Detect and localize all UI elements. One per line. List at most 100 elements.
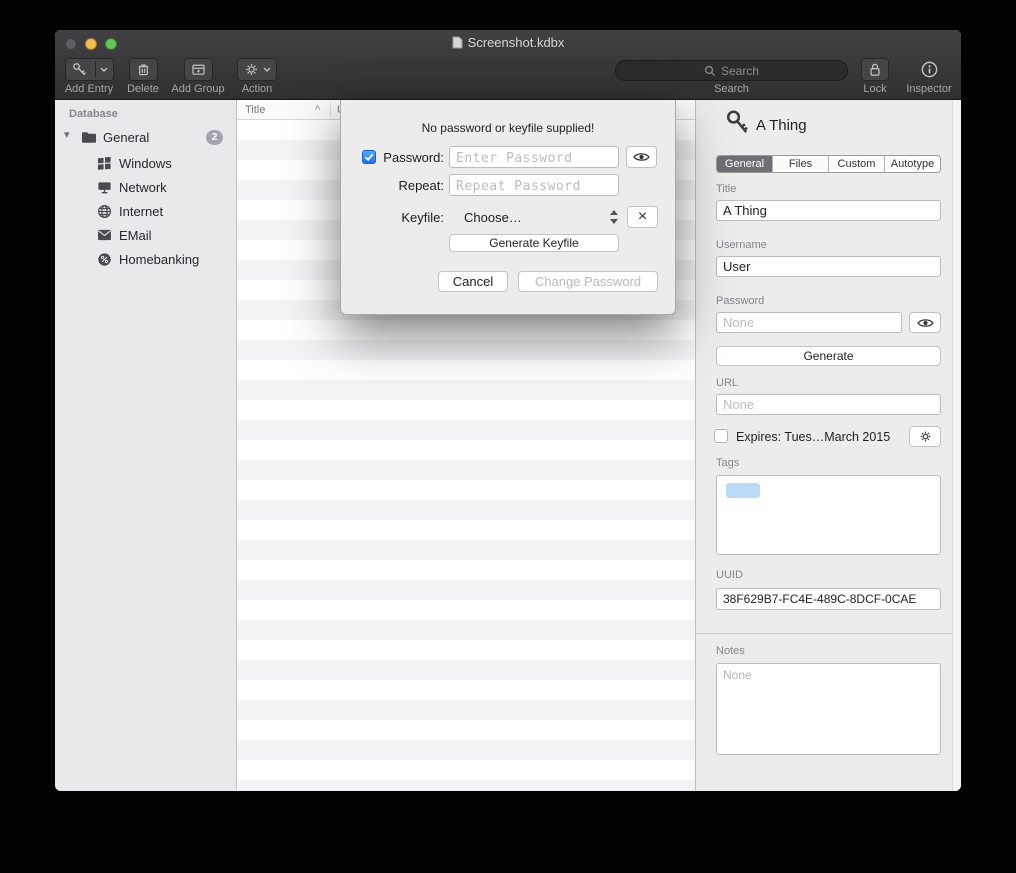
url-label: URL: [716, 377, 738, 389]
uuid-field[interactable]: [716, 588, 941, 610]
gear-icon: [918, 429, 933, 444]
sidebar-item-email[interactable]: EMail: [55, 224, 236, 246]
mail-icon: [97, 229, 112, 241]
key-icon: [724, 109, 750, 139]
generate-keyfile-button[interactable]: Generate Keyfile: [449, 234, 619, 252]
inspector-entry-title: A Thing: [756, 117, 807, 134]
lock-icon: [867, 61, 883, 78]
sort-ascending-icon: ^: [315, 104, 320, 116]
expires-settings-button[interactable]: [909, 426, 941, 447]
eye-icon: [633, 151, 650, 163]
chevron-down-icon: [263, 67, 271, 72]
title-field[interactable]: [716, 200, 941, 221]
clear-keyfile-button[interactable]: ×: [627, 206, 658, 228]
sidebar-item-windows[interactable]: Windows: [55, 152, 236, 174]
tab-general[interactable]: General: [717, 156, 772, 172]
search-toolbar-label: Search: [615, 83, 848, 95]
toolbar-delete[interactable]: Delete: [121, 56, 165, 95]
tab-autotype[interactable]: Autotype: [884, 156, 940, 172]
info-circle-icon: [920, 60, 939, 79]
sidebar-item-label: Homebanking: [119, 252, 199, 267]
expires-checkbox[interactable]: [714, 429, 728, 443]
tab-custom[interactable]: Custom: [828, 156, 884, 172]
sidebar: Database ▾ General 2 Windows Network Int…: [55, 100, 237, 791]
add-entry-label: Add Entry: [63, 83, 115, 95]
sidebar-item-general[interactable]: ▾ General 2: [55, 126, 236, 148]
url-field[interactable]: [716, 394, 941, 415]
password-field[interactable]: [716, 312, 902, 333]
toolbar-action[interactable]: Action: [233, 56, 281, 95]
clear-icon: ×: [638, 208, 647, 226]
sidebar-section-database: Database: [69, 108, 118, 120]
search-input[interactable]: Search: [615, 60, 848, 81]
enter-password-field[interactable]: [449, 146, 619, 168]
add-group-label: Add Group: [167, 83, 229, 95]
chevron-down-icon: [100, 67, 108, 72]
notes-field[interactable]: [716, 663, 941, 755]
document-icon: [452, 36, 463, 49]
key-plus-icon: [71, 61, 88, 78]
tags-field[interactable]: [716, 475, 941, 555]
search-icon: [704, 65, 716, 77]
sheet-message: No password or keyfile supplied!: [341, 121, 675, 135]
homebanking-icon: [97, 252, 112, 267]
repeat-label: Repeat:: [341, 178, 444, 193]
add-group-icon: [190, 61, 207, 78]
windows-icon: [97, 156, 112, 171]
sidebar-item-network[interactable]: Network: [55, 176, 236, 198]
inspector-label: Inspector: [901, 83, 957, 95]
title-label: Title: [716, 183, 736, 195]
sidebar-item-label: EMail: [119, 228, 152, 243]
window-title: Screenshot.kdbx: [55, 35, 961, 50]
inspector-panel: A Thing General Files Custom Autotype Ti…: [695, 100, 961, 791]
tab-files[interactable]: Files: [772, 156, 828, 172]
toolbar-lock[interactable]: Lock: [855, 56, 895, 95]
delete-label: Delete: [121, 83, 165, 95]
folder-icon: [81, 130, 97, 144]
password-label: Password: [716, 295, 764, 307]
cancel-button[interactable]: Cancel: [438, 271, 508, 292]
inspector-scrollbar[interactable]: [952, 100, 961, 791]
keyfile-popup[interactable]: Choose…: [464, 210, 522, 225]
sidebar-item-label: Network: [119, 180, 167, 195]
search-placeholder: Search: [721, 64, 759, 78]
toolbar-add-group[interactable]: Add Group: [167, 56, 229, 95]
action-label: Action: [233, 83, 281, 95]
column-header-title[interactable]: Title: [245, 104, 265, 116]
username-label: Username: [716, 239, 767, 251]
tag-token[interactable]: [726, 483, 760, 498]
network-icon: [97, 180, 112, 195]
app-window: Screenshot.kdbx Add Entry Delete Add Gro…: [55, 30, 961, 791]
column-divider[interactable]: [330, 102, 331, 117]
generate-password-button[interactable]: Generate: [716, 346, 941, 366]
sidebar-item-label: Internet: [119, 204, 163, 219]
eye-icon: [917, 317, 934, 329]
disclosure-triangle-icon[interactable]: ▾: [64, 128, 70, 141]
reveal-password-button[interactable]: [909, 312, 941, 333]
sidebar-item-label: Windows: [119, 156, 172, 171]
trash-icon: [135, 61, 152, 78]
inspector-tabs: General Files Custom Autotype: [716, 155, 941, 173]
toolbar-inspector[interactable]: Inspector: [901, 56, 957, 95]
entry-count-badge: 2: [206, 130, 223, 145]
globe-icon: [97, 204, 112, 219]
window-title-text: Screenshot.kdbx: [468, 35, 565, 50]
expires-label: Expires: Tues…March 2015: [736, 430, 890, 444]
repeat-password-field[interactable]: [449, 174, 619, 196]
tags-label: Tags: [716, 457, 739, 469]
toolbar-add-entry[interactable]: Add Entry: [63, 56, 115, 95]
change-password-sheet: No password or keyfile supplied! Passwor…: [340, 100, 676, 315]
lock-label: Lock: [855, 83, 895, 95]
window-chrome: Screenshot.kdbx Add Entry Delete Add Gro…: [55, 30, 961, 100]
sidebar-item-internet[interactable]: Internet: [55, 200, 236, 222]
change-password-button[interactable]: Change Password: [518, 271, 658, 292]
show-password-button[interactable]: [626, 146, 657, 168]
inspector-divider: [696, 633, 961, 634]
gear-icon: [243, 61, 260, 78]
notes-label: Notes: [716, 645, 745, 657]
popup-stepper-icon[interactable]: [609, 209, 619, 225]
sidebar-item-homebanking[interactable]: Homebanking: [55, 248, 236, 270]
sidebar-item-label: General: [103, 130, 149, 145]
username-field[interactable]: [716, 256, 941, 277]
keyfile-label: Keyfile:: [341, 210, 444, 225]
